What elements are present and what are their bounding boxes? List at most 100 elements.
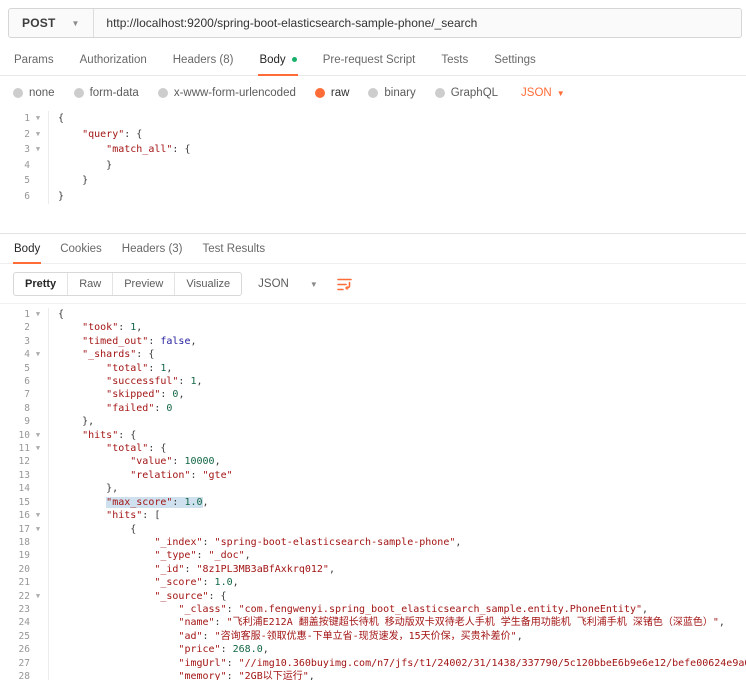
response-language-dropdown[interactable]: JSON ▼ [258, 278, 318, 290]
fold-toggle-icon[interactable]: ▼ [30, 308, 46, 321]
code-text: { [58, 523, 136, 536]
editor-gutter: 3▼ [0, 142, 49, 158]
fold-toggle-icon[interactable]: ▼ [30, 509, 46, 522]
line-number: 1 [0, 308, 30, 321]
response-tab-test-results[interactable]: Test Results [202, 234, 267, 263]
line-number: 4 [0, 348, 30, 361]
line-number: 21 [0, 576, 30, 589]
code-text: "total": 1, [58, 362, 172, 375]
mode-form-data[interactable]: form-data [74, 87, 139, 99]
code-line: 2▼ "query": { [0, 127, 746, 143]
fold-spacer [30, 576, 46, 589]
fold-toggle-icon[interactable]: ▼ [30, 111, 46, 127]
code-line: 15 "max_score": 1.0, [0, 496, 746, 509]
editor-gutter: 3 [0, 335, 49, 348]
fold-spacer [30, 482, 46, 495]
code-text: "_class": "com.fengwenyi.spring_boot_ela… [58, 603, 648, 616]
code-line: 16▼ "hits": [ [0, 509, 746, 522]
code-text: }, [58, 482, 118, 495]
tab-body-label: Body [259, 54, 285, 66]
url-input[interactable]: http://localhost:9200/spring-boot-elasti… [94, 16, 741, 30]
fold-toggle-icon[interactable]: ▼ [30, 523, 46, 536]
response-tab-cookies[interactable]: Cookies [59, 234, 103, 263]
mode-binary[interactable]: binary [368, 87, 415, 99]
mode-none[interactable]: none [13, 87, 55, 99]
editor-gutter: 6 [0, 189, 49, 205]
response-tab-headers[interactable]: Headers (3) [121, 234, 184, 263]
code-text: "imgUrl": "//img10.360buyimg.com/n7/jfs/… [58, 657, 746, 670]
tab-authorization[interactable]: Authorization [79, 44, 148, 75]
fold-spacer [30, 643, 46, 656]
line-number: 27 [0, 657, 30, 670]
code-text: "relation": "gte" [58, 469, 233, 482]
line-number: 17 [0, 523, 30, 536]
fold-spacer [30, 189, 46, 205]
code-line: 3 "timed_out": false, [0, 335, 746, 348]
editor-gutter: 11▼ [0, 442, 49, 455]
editor-gutter: 15 [0, 496, 49, 509]
view-tab-raw[interactable]: Raw [68, 273, 113, 295]
response-body-editor[interactable]: 1▼{2 "took": 1,3 "timed_out": false,4▼ "… [0, 303, 746, 680]
tab-settings[interactable]: Settings [493, 44, 537, 75]
code-text: "took": 1, [58, 321, 142, 334]
fold-toggle-icon[interactable]: ▼ [30, 590, 46, 603]
tab-tests[interactable]: Tests [440, 44, 469, 75]
tab-body[interactable]: Body [258, 44, 297, 75]
fold-spacer [30, 657, 46, 670]
fold-spacer [30, 469, 46, 482]
view-tab-preview[interactable]: Preview [113, 273, 175, 295]
code-line: 6 "successful": 1, [0, 375, 746, 388]
raw-language-dropdown[interactable]: JSON ▼ [521, 87, 565, 99]
line-number: 28 [0, 670, 30, 680]
view-tab-visualize[interactable]: Visualize [175, 273, 241, 295]
code-text: } [58, 189, 64, 205]
tab-headers[interactable]: Headers (8) [172, 44, 235, 75]
fold-toggle-icon[interactable]: ▼ [30, 348, 46, 361]
code-line: 13 "relation": "gte" [0, 469, 746, 482]
fold-spacer [30, 563, 46, 576]
editor-gutter: 13 [0, 469, 49, 482]
radio-icon [435, 88, 445, 98]
radio-icon [368, 88, 378, 98]
line-number: 23 [0, 603, 30, 616]
radio-icon [74, 88, 84, 98]
editor-gutter: 2▼ [0, 127, 49, 143]
fold-spacer [30, 616, 46, 629]
mode-x-www-form-urlencoded[interactable]: x-www-form-urlencoded [158, 87, 296, 99]
code-text: "max_score": 1.0, [58, 496, 209, 509]
tab-params[interactable]: Params [13, 44, 55, 75]
fold-toggle-icon[interactable]: ▼ [30, 127, 46, 143]
editor-gutter: 6 [0, 375, 49, 388]
line-number: 3 [0, 142, 30, 158]
editor-gutter: 23 [0, 603, 49, 616]
line-number: 9 [0, 415, 30, 428]
editor-gutter: 14 [0, 482, 49, 495]
view-tab-pretty[interactable]: Pretty [14, 273, 68, 295]
line-number: 2 [0, 127, 30, 143]
code-text: "timed_out": false, [58, 335, 197, 348]
editor-gutter: 20 [0, 563, 49, 576]
method-selector[interactable]: POST ▼ [9, 16, 93, 30]
wrap-lines-button[interactable] [336, 277, 353, 292]
code-line: 20 "_id": "8z1PL3MB3aBfAxkrq012", [0, 563, 746, 576]
line-number: 22 [0, 590, 30, 603]
line-number: 25 [0, 630, 30, 643]
editor-gutter: 25 [0, 630, 49, 643]
response-language-label: JSON [258, 278, 289, 290]
fold-toggle-icon[interactable]: ▼ [30, 142, 46, 158]
body-content-dot-icon [292, 57, 297, 62]
code-line: 19 "_type": "_doc", [0, 549, 746, 562]
fold-toggle-icon[interactable]: ▼ [30, 442, 46, 455]
fold-toggle-icon[interactable]: ▼ [30, 429, 46, 442]
code-line: 3▼ "match_all": { [0, 142, 746, 158]
response-tab-body[interactable]: Body [13, 234, 41, 263]
code-line: 27 "imgUrl": "//img10.360buyimg.com/n7/j… [0, 657, 746, 670]
chevron-down-icon: ▼ [310, 280, 318, 289]
raw-language-label: JSON [521, 87, 552, 99]
mode-raw[interactable]: raw [315, 87, 350, 99]
fold-spacer [30, 402, 46, 415]
tab-pre-request-script[interactable]: Pre-request Script [322, 44, 417, 75]
request-body-editor[interactable]: 1▼{2▼ "query": {3▼ "match_all": {4 }5 }6… [0, 108, 746, 233]
code-text: }, [58, 415, 94, 428]
mode-graphql[interactable]: GraphQL [435, 87, 498, 99]
